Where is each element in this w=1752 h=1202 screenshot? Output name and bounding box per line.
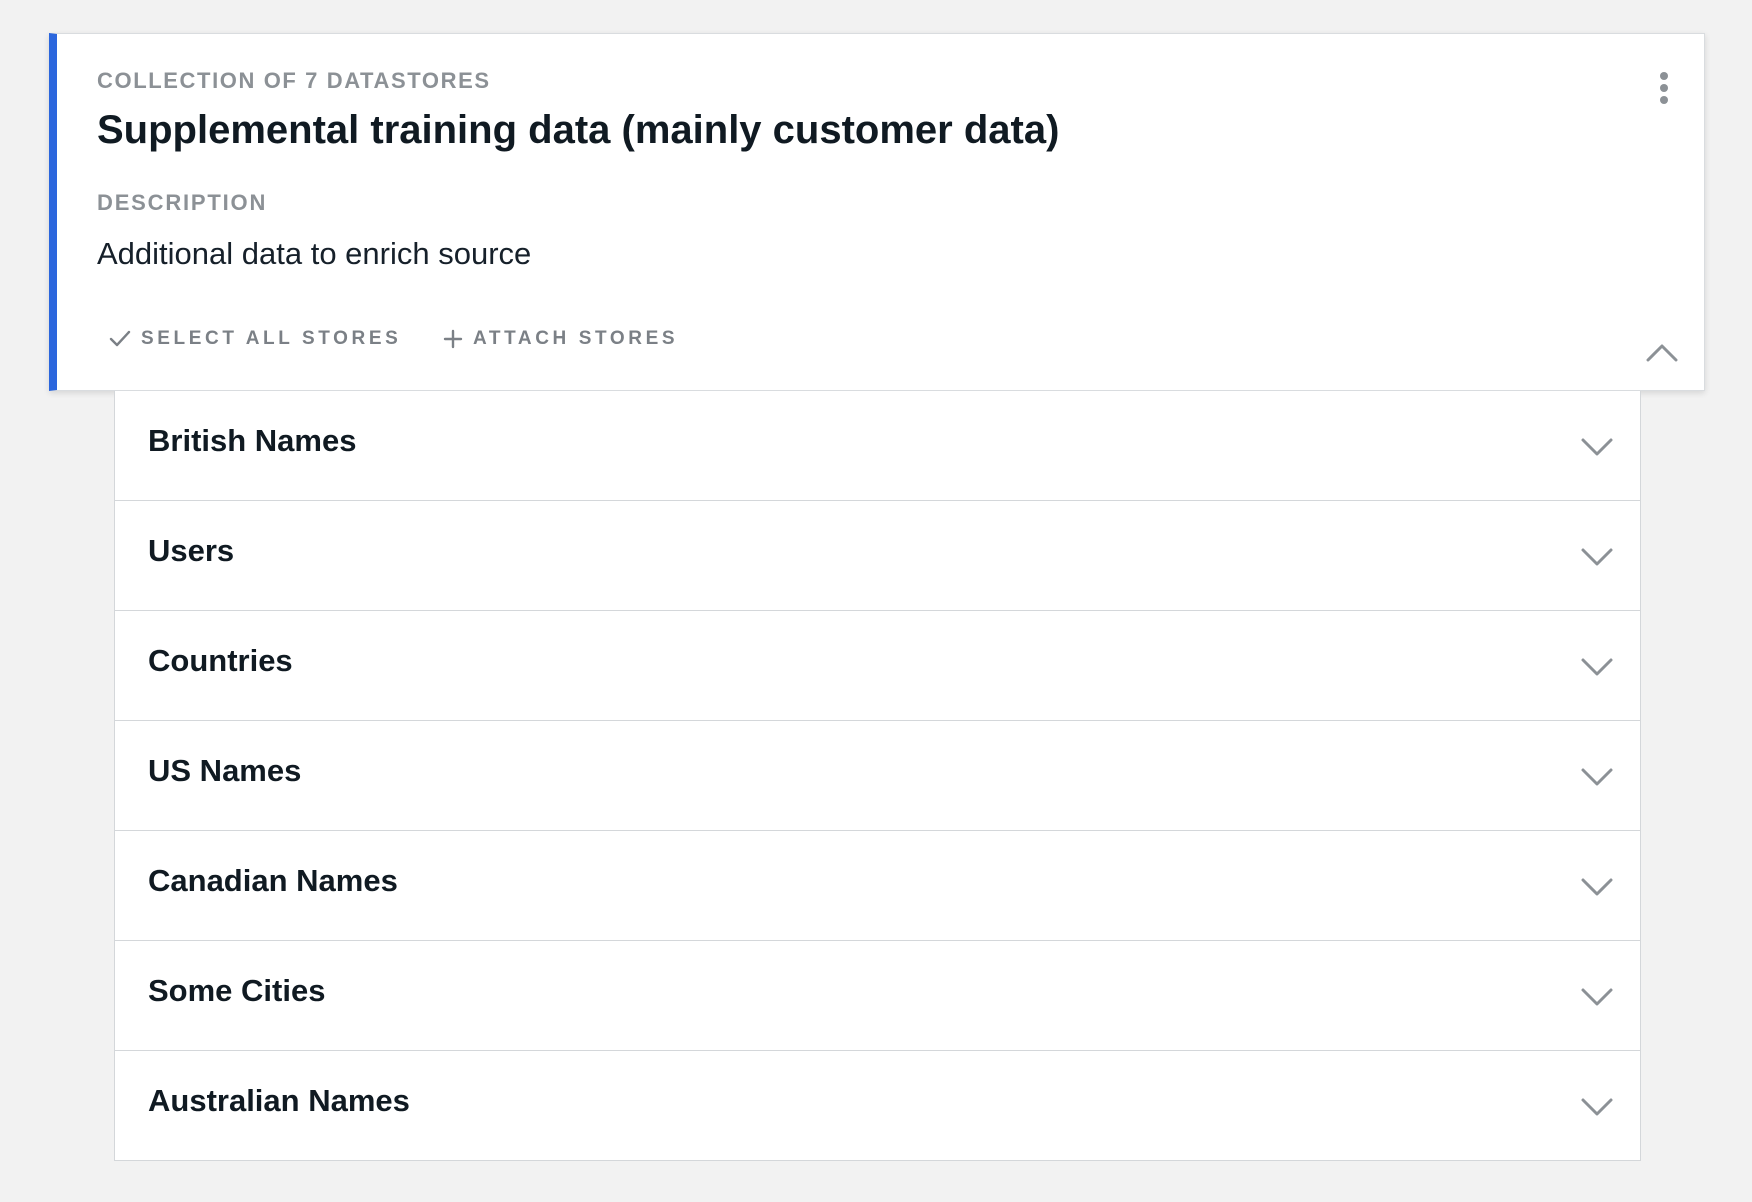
list-item[interactable]: Countries xyxy=(115,611,1640,721)
chevron-down-icon[interactable] xyxy=(1580,985,1614,1009)
datastore-name: Users xyxy=(148,533,235,568)
chevron-down-icon[interactable] xyxy=(1580,765,1614,789)
chevron-down-icon[interactable] xyxy=(1580,545,1614,569)
chevron-up-icon[interactable] xyxy=(1644,334,1680,370)
attach-stores-button[interactable]: ATTACH STORES xyxy=(443,322,678,356)
check-icon xyxy=(109,330,131,347)
description-text: Additional data to enrich source xyxy=(97,236,532,271)
datastore-name: Countries xyxy=(148,643,293,678)
attach-stores-label: ATTACH STORES xyxy=(473,328,679,349)
list-item[interactable]: Australian Names xyxy=(115,1051,1640,1160)
list-item[interactable]: US Names xyxy=(115,721,1640,831)
list-item[interactable]: British Names xyxy=(115,391,1640,501)
chevron-down-icon[interactable] xyxy=(1580,655,1614,679)
chevron-down-icon[interactable] xyxy=(1580,1095,1614,1119)
collection-count-label: COLLECTION OF 7 DATASTORES xyxy=(97,68,491,93)
select-all-stores-label: SELECT ALL STORES xyxy=(141,328,402,349)
datastore-name: British Names xyxy=(148,423,357,458)
datastore-name: US Names xyxy=(148,753,302,788)
datastore-name: Australian Names xyxy=(148,1083,410,1118)
datastore-name: Canadian Names xyxy=(148,863,398,898)
collection-title: Supplemental training data (mainly custo… xyxy=(97,108,1060,152)
list-item[interactable]: Canadian Names xyxy=(115,831,1640,941)
list-item[interactable]: Some Cities xyxy=(115,941,1640,1051)
collection-card: COLLECTION OF 7 DATASTORES Supplemental … xyxy=(49,33,1705,391)
description-label: DESCRIPTION xyxy=(97,190,268,215)
kebab-menu-icon[interactable] xyxy=(1658,70,1670,110)
datastore-name: Some Cities xyxy=(148,973,326,1008)
chevron-down-icon[interactable] xyxy=(1580,875,1614,899)
chevron-down-icon[interactable] xyxy=(1580,435,1614,459)
plus-icon xyxy=(443,329,463,349)
select-all-stores-button[interactable]: SELECT ALL STORES xyxy=(109,322,401,356)
list-item[interactable]: Users xyxy=(115,501,1640,611)
datastore-list: British Names Users Countries US Names C… xyxy=(114,391,1641,1161)
